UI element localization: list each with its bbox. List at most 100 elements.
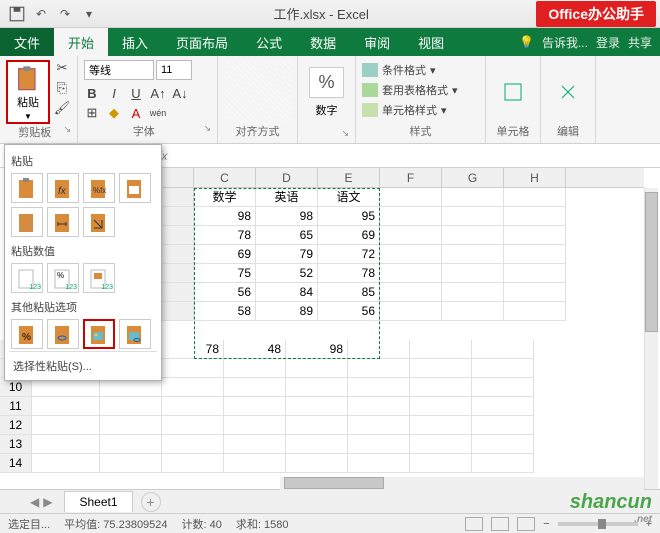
cell[interactable] [504, 226, 566, 245]
cell[interactable] [348, 454, 410, 473]
cell[interactable] [100, 397, 162, 416]
sheet-nav-next-icon[interactable]: ▶ [43, 495, 52, 509]
paste-link-icon[interactable] [47, 319, 79, 349]
cell[interactable] [472, 435, 534, 454]
cell[interactable] [162, 378, 224, 397]
cell[interactable] [32, 397, 100, 416]
cell[interactable] [410, 416, 472, 435]
format-painter-icon[interactable]: 🖌 [54, 100, 70, 116]
cell[interactable]: 98 [286, 340, 348, 359]
cell[interactable] [380, 207, 442, 226]
col-header[interactable]: C [194, 168, 256, 187]
paste-all-icon[interactable] [11, 173, 43, 203]
paste-formulas-number-icon[interactable]: %fx [83, 173, 115, 203]
cell[interactable] [32, 454, 100, 473]
cell[interactable]: 语文 [318, 188, 380, 207]
row-header[interactable]: 12 [0, 416, 32, 435]
paste-special-menu-item[interactable]: 选择性粘贴(S)... [9, 351, 157, 376]
cell[interactable]: 89 [256, 302, 318, 321]
cell[interactable] [442, 245, 504, 264]
page-layout-view-icon[interactable] [491, 517, 509, 531]
align-buttons[interactable] [224, 60, 291, 123]
qat-dropdown-icon[interactable]: ▾ [80, 5, 98, 23]
fill-color-icon[interactable]: ◆ [106, 105, 122, 121]
worksheet-cells[interactable]: 数学 英语 语文 989895 786569 697972 755278 568… [162, 188, 644, 321]
dialog-launcher-icon[interactable]: ↘ [341, 128, 349, 139]
signin[interactable]: 登录 [596, 34, 620, 51]
zoom-out-icon[interactable]: − [543, 518, 549, 530]
paste-linked-picture-icon[interactable] [119, 319, 151, 349]
tab-data[interactable]: 数据 [296, 28, 350, 56]
paste-transpose-icon[interactable] [83, 207, 115, 237]
cell[interactable] [224, 359, 286, 378]
paste-keep-source-icon[interactable] [119, 173, 151, 203]
cell[interactable] [442, 226, 504, 245]
paste-values-number-icon[interactable]: %123 [47, 263, 79, 293]
cell[interactable] [224, 378, 286, 397]
cell[interactable] [224, 435, 286, 454]
decrease-font-icon[interactable]: A↓ [172, 86, 188, 102]
undo-icon[interactable]: ↶ [32, 5, 50, 23]
cell[interactable] [442, 302, 504, 321]
tab-insert[interactable]: 插入 [108, 28, 162, 56]
redo-icon[interactable]: ↷ [56, 5, 74, 23]
tab-formula[interactable]: 公式 [242, 28, 296, 56]
sheet-tab[interactable]: Sheet1 [64, 491, 132, 512]
phonetic-icon[interactable]: wén [150, 105, 166, 121]
cell[interactable] [286, 435, 348, 454]
cell[interactable]: 78 [162, 340, 224, 359]
col-header[interactable]: H [504, 168, 566, 187]
cell[interactable] [162, 397, 224, 416]
cell[interactable] [348, 378, 410, 397]
cell[interactable] [348, 416, 410, 435]
cell[interactable] [504, 302, 566, 321]
percent-icon[interactable]: % [309, 67, 343, 98]
row-header[interactable] [162, 283, 194, 302]
add-sheet-button[interactable]: + [141, 492, 161, 512]
cell[interactable]: 85 [318, 283, 380, 302]
cell[interactable] [442, 264, 504, 283]
save-icon[interactable] [8, 5, 26, 23]
paste-button[interactable]: 粘贴 ▼ [6, 60, 50, 124]
horizontal-scrollbar[interactable] [280, 477, 644, 491]
cell[interactable] [504, 283, 566, 302]
editing-buttons[interactable] [547, 60, 589, 123]
cut-icon[interactable]: ✂ [54, 60, 70, 76]
paste-no-borders-icon[interactable] [11, 207, 43, 237]
share[interactable]: 共享 [628, 34, 652, 51]
row-header[interactable]: 11 [0, 397, 32, 416]
cell[interactable] [410, 340, 472, 359]
row-header[interactable]: 13 [0, 435, 32, 454]
cell[interactable] [100, 454, 162, 473]
font-color-icon[interactable]: A [128, 105, 144, 121]
cell[interactable] [410, 397, 472, 416]
cell[interactable]: 95 [318, 207, 380, 226]
cell[interactable] [504, 188, 566, 207]
cell[interactable] [472, 340, 534, 359]
conditional-format-button[interactable]: 条件格式 ▾ [362, 60, 479, 80]
tab-review[interactable]: 审阅 [350, 28, 404, 56]
select-all-corner[interactable] [162, 168, 194, 187]
border-icon[interactable]: ⊞ [84, 105, 100, 121]
row-header[interactable] [162, 207, 194, 226]
cell[interactable] [442, 188, 504, 207]
cell[interactable] [224, 454, 286, 473]
cell[interactable] [504, 264, 566, 283]
cell[interactable] [224, 416, 286, 435]
cell[interactable] [224, 397, 286, 416]
paste-column-width-icon[interactable] [47, 207, 79, 237]
cell[interactable]: 98 [194, 207, 256, 226]
cell[interactable] [348, 397, 410, 416]
cell[interactable] [162, 435, 224, 454]
cell[interactable] [442, 207, 504, 226]
cell[interactable]: 56 [194, 283, 256, 302]
cell[interactable] [380, 245, 442, 264]
cell[interactable] [472, 416, 534, 435]
increase-font-icon[interactable]: A↑ [150, 86, 166, 102]
cell[interactable] [410, 378, 472, 397]
cell[interactable]: 65 [256, 226, 318, 245]
cell[interactable] [380, 302, 442, 321]
col-header[interactable]: D [256, 168, 318, 187]
cell[interactable] [286, 397, 348, 416]
tab-home[interactable]: 开始 [54, 28, 108, 56]
